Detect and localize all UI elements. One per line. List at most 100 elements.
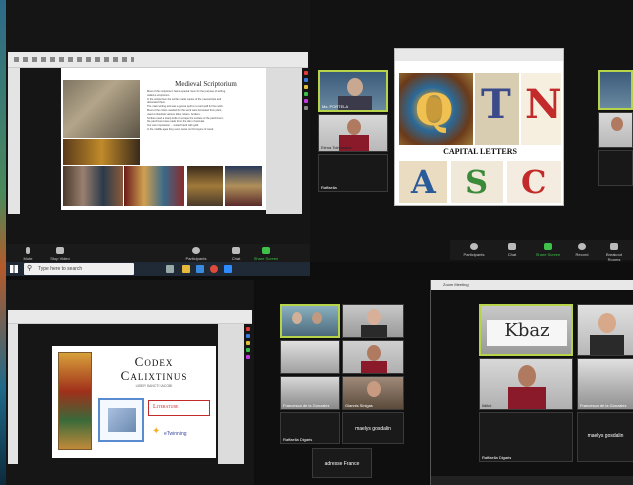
literature-label: Literature — [153, 404, 179, 410]
slide-photo-manuscript-2 — [225, 166, 262, 206]
codex-slide: Codex Calixtinus LIBER SANCTI IACOBI Lit… — [52, 346, 216, 458]
chrome-icon[interactable] — [210, 265, 218, 273]
pdf-right-gray — [218, 324, 244, 464]
video-tile-boy[interactable] — [342, 304, 404, 338]
annotation-toolbar[interactable] — [302, 68, 309, 113]
video-tile-classroom[interactable] — [280, 304, 340, 338]
participant-name: Raffaella Digaris — [283, 437, 313, 442]
screen-share-codex: Codex Calixtinus LIBER SANCTI IACOBI Lit… — [6, 280, 254, 485]
chat-icon — [232, 247, 240, 254]
body-line: In the middle ages they even wrote on th… — [147, 127, 214, 131]
participants-icon — [470, 243, 478, 250]
illuminated-letter-t: T — [475, 73, 519, 145]
mail-icon[interactable] — [196, 265, 204, 273]
participant-name-center: maelys gosdalin — [355, 426, 391, 432]
file-explorer-icon[interactable] — [182, 265, 190, 273]
window-bottom-bar — [431, 476, 633, 485]
slide-title: Medieval Scriptorium — [175, 80, 237, 88]
stop-video-button[interactable]: Stop Video — [46, 247, 74, 261]
search-icon: ⚲ — [27, 265, 33, 272]
task-view-icon[interactable] — [166, 265, 174, 273]
video-tile-francesca[interactable]: Francesca de la Gonzalez — [280, 376, 340, 410]
annotation-toolbar[interactable] — [244, 324, 251, 362]
video-tile-man[interactable] — [577, 304, 633, 356]
participant-name: Ms. PORTELA — [322, 104, 349, 109]
video-tile-portela[interactable]: Ms. PORTELA — [318, 70, 388, 112]
breakout-rooms-icon — [610, 243, 618, 250]
participant-name-center: adresse France — [324, 461, 360, 467]
participants-button[interactable]: Participants — [182, 247, 210, 261]
share-screen-icon — [262, 247, 270, 254]
pdf-sidebar — [8, 324, 18, 464]
video-tile-maelys[interactable]: maelys gosdalin — [342, 412, 404, 444]
pdf-toolbar — [8, 310, 252, 324]
capital-letters-slide: Q T N CAPITAL LETTERS A S C — [394, 48, 564, 206]
literature-badge: Literature — [148, 400, 210, 416]
video-icon — [56, 247, 64, 254]
video-tile-raffaella-right[interactable] — [598, 150, 633, 186]
sign-board: Kbaz — [487, 320, 567, 346]
participant-name-center: maelys gosdalin — [587, 433, 624, 439]
illuminated-letter-c: C — [507, 161, 561, 203]
microphone-icon — [26, 247, 30, 254]
participant-name: Giannis Sinigas — [345, 403, 373, 408]
video-tile-francesca-right[interactable]: Francesca de la Gonzalez — [577, 358, 633, 410]
screen-share-capital-letters: Ms. PORTELA Elena Tolmasova Raffaella Q … — [310, 0, 633, 262]
video-tile-ildiko-right[interactable] — [598, 112, 633, 148]
chat-button[interactable]: Chat — [222, 247, 250, 261]
scriptorium-slide: Medieval Scriptorium Most of the scripto… — [61, 68, 266, 210]
slide-photo-inks — [63, 166, 123, 206]
illuminated-letter-n: N — [521, 73, 562, 145]
video-tile-raffaella-right[interactable]: Raffaella Digaris — [479, 412, 573, 462]
participant-name: Francesca de la Gonzalez — [283, 403, 330, 408]
record-icon — [578, 243, 586, 250]
zoom-control-bar: Mute Stop Video Participants Chat Share … — [6, 244, 310, 262]
slide-tab-strip — [395, 49, 563, 61]
chat-icon — [508, 243, 516, 250]
window-titlebar: Zoom Meeting — [431, 280, 633, 290]
video-tile-giannis[interactable]: Giannis Sinigas — [342, 376, 404, 410]
illuminated-letter-a: A — [399, 161, 447, 203]
zoom-meeting-window: Zoom Meeting Kbaz Ildikó Francesca de la… — [430, 280, 633, 485]
video-tile-portela-right[interactable] — [598, 70, 633, 110]
pdf-right-gray — [266, 68, 302, 214]
video-tile-woman[interactable] — [342, 340, 404, 374]
windows-taskbar-left: ⚲ Type here to search — [6, 262, 310, 276]
video-tile-woman-right[interactable]: Ildikó — [479, 358, 573, 410]
breakout-rooms-button[interactable]: Breakout Rooms — [600, 243, 628, 262]
etwinning-label: eTwinning — [164, 431, 187, 437]
etwinning-logo: ✦ eTwinning — [152, 426, 208, 442]
taskbar-search[interactable]: ⚲ Type here to search — [24, 263, 134, 275]
video-tile-maelys-right[interactable]: maelys gosdalin — [577, 412, 633, 462]
video-tile-raffaella[interactable]: Raffaella — [318, 154, 388, 192]
record-button[interactable]: Record — [568, 243, 596, 257]
slide-body-text: Most of the scriptorium had a special ro… — [147, 90, 263, 132]
share-screen-button[interactable]: Share Screen — [534, 243, 562, 257]
pdf-sidebar — [8, 68, 20, 214]
windows-start-icon[interactable] — [10, 265, 18, 273]
share-screen-icon — [544, 243, 552, 250]
zoom-app-icon[interactable] — [224, 265, 232, 273]
participants-button[interactable]: Participants — [460, 243, 488, 257]
screen-share-scriptorium: Medieval Scriptorium Most of the scripto… — [6, 0, 310, 262]
capital-letters-title: CAPITAL LETTERS — [443, 147, 517, 156]
etwinning-icon: ✦ — [152, 426, 161, 437]
participant-name: Elena Tolmasova — [321, 145, 352, 150]
toolbar-dots — [14, 57, 134, 62]
illuminated-letter-q: Q — [399, 73, 473, 145]
video-tile-adresse[interactable]: adresse France — [312, 448, 372, 478]
codex-saint-image — [58, 352, 92, 450]
chat-button[interactable]: Chat — [498, 243, 526, 257]
slide-photo-pigments — [124, 166, 184, 206]
video-tile-ildiko[interactable]: Elena Tolmasova — [318, 114, 388, 152]
mute-button[interactable]: Mute — [14, 247, 42, 261]
slide-photo-tools — [63, 139, 140, 165]
participant-name: Francesca de la Gonzalez — [580, 403, 627, 408]
participant-name: Raffaella — [321, 185, 337, 190]
video-tile-raffaella[interactable]: Raffaella Digaris — [280, 412, 340, 444]
video-tile-kbaz-sign[interactable]: Kbaz — [479, 304, 573, 356]
share-screen-button[interactable]: Share Screen — [252, 247, 280, 261]
video-tile-room[interactable] — [280, 340, 340, 374]
gallery-view-middle: Francesca de la Gonzalez Giannis Sinigas… — [256, 280, 428, 485]
illuminated-letter-s: S — [451, 161, 503, 203]
